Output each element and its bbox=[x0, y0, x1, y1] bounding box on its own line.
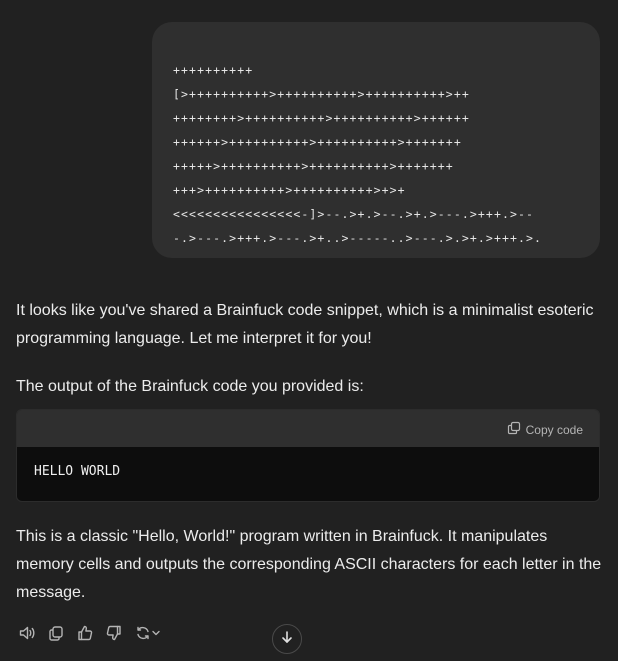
user-message-line: +++>++++++++++>++++++++++>+>+ bbox=[173, 183, 406, 197]
code-block-header: Copy code bbox=[17, 410, 599, 447]
user-message-line: ++++++++>++++++++++>++++++++++>++++++ bbox=[173, 111, 470, 125]
user-message-line: +++++>++++++++++>++++++++++>+++++++ bbox=[173, 159, 454, 173]
user-message-line: ++++++++++ bbox=[173, 63, 254, 77]
user-message-line: -.>---.>+++.>---.>+..>-----..>---.>.>+.>… bbox=[173, 231, 543, 245]
copy-icon bbox=[47, 624, 65, 642]
regenerate-button[interactable] bbox=[134, 624, 162, 642]
user-message-line: <<<<<<<<<<<<<<<<-]>--.>+.>--.>+.>---.>++… bbox=[173, 207, 535, 221]
code-block: Copy code HELLO WORLD bbox=[16, 409, 600, 502]
code-block-content: HELLO WORLD bbox=[17, 447, 599, 501]
thumbs-up-icon bbox=[76, 624, 94, 642]
copy-code-button[interactable]: Copy code bbox=[507, 421, 583, 438]
assistant-paragraph-output: The output of the Brainfuck code you pro… bbox=[16, 378, 364, 395]
good-response-button[interactable] bbox=[76, 624, 94, 642]
copy-code-label: Copy code bbox=[525, 422, 583, 437]
scroll-to-bottom-button[interactable] bbox=[272, 624, 302, 654]
chevron-down-icon bbox=[151, 628, 161, 638]
regenerate-icon bbox=[135, 625, 151, 641]
assistant-paragraph-intro: It looks like you've shared a Brainfuck … bbox=[16, 302, 594, 347]
assistant-paragraph-explanation: This is a classic "Hello, World!" progra… bbox=[16, 528, 602, 601]
copy-icon bbox=[507, 421, 521, 438]
bad-response-button[interactable] bbox=[105, 624, 123, 642]
arrow-down-icon bbox=[280, 630, 294, 649]
message-actions bbox=[18, 624, 162, 642]
chat-view: ++++++++++ [>++++++++++>++++++++++>+++++… bbox=[0, 0, 618, 661]
thumbs-down-icon bbox=[105, 624, 123, 642]
user-message-bubble: ++++++++++ [>++++++++++>++++++++++>+++++… bbox=[152, 22, 600, 258]
copy-message-button[interactable] bbox=[47, 624, 65, 642]
user-message-line: ++++++>++++++++++>++++++++++>+++++++ bbox=[173, 135, 462, 149]
read-aloud-button[interactable] bbox=[18, 624, 36, 642]
user-message-line: [>++++++++++>++++++++++>++++++++++>++ bbox=[173, 87, 470, 101]
speaker-icon bbox=[18, 624, 36, 642]
